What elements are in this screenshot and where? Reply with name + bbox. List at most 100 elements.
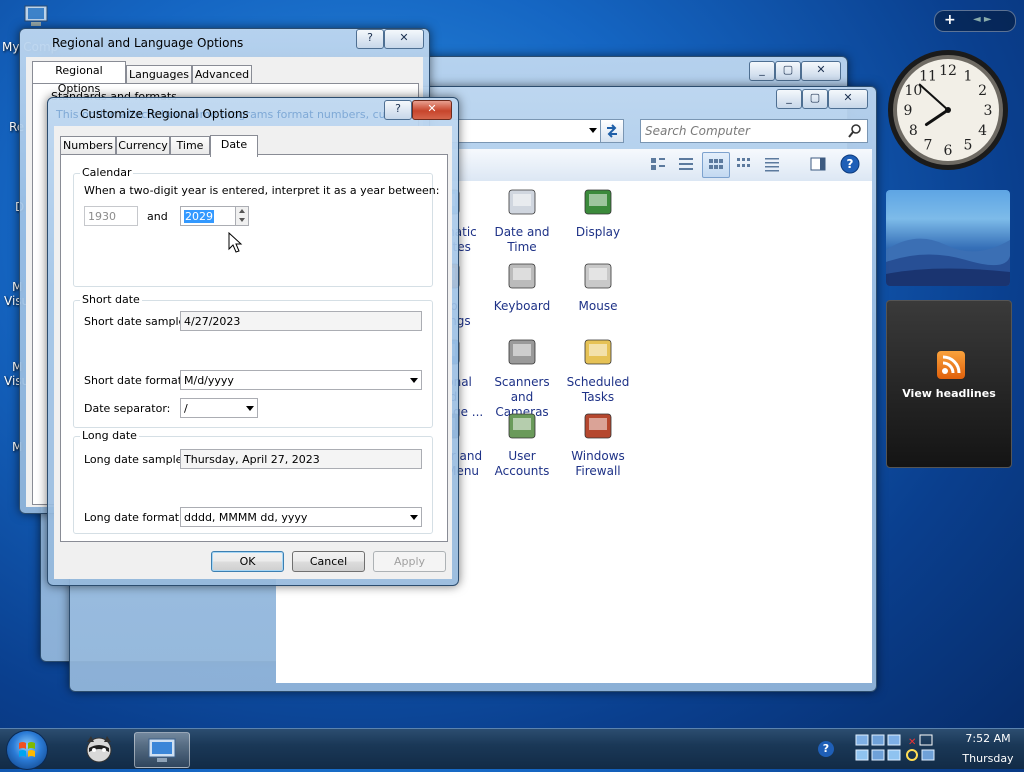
tab-date[interactable]: Date xyxy=(210,135,258,157)
long-date-group: Long date Long date sample: Thursday, Ap… xyxy=(73,429,433,534)
spinner-down-icon[interactable] xyxy=(239,218,245,222)
clock-number: 8 xyxy=(909,123,918,139)
long-date-format-combo[interactable]: dddd, MMMM dd, yyyy xyxy=(180,507,422,527)
search-box[interactable]: Search Computer xyxy=(640,119,868,143)
customize-dialog-body: Numbers Currency Time Date Calendar When… xyxy=(54,126,452,579)
tab-languages[interactable]: Languages xyxy=(126,65,192,84)
taskbar-control-panel[interactable] xyxy=(134,732,190,768)
view-small-button[interactable] xyxy=(734,155,754,173)
refresh-icon xyxy=(607,124,617,138)
view-headlines-label[interactable]: View headlines xyxy=(887,387,1011,400)
view-icons-button[interactable] xyxy=(702,152,730,178)
long-date-format-label: Long date format: xyxy=(84,511,183,524)
cp-item-keyboard[interactable]: Keyboard xyxy=(484,259,560,314)
year-to-field[interactable]: 2029 xyxy=(180,206,236,226)
start-button[interactable] xyxy=(6,730,48,770)
date-separator-combo[interactable]: / xyxy=(180,398,258,418)
customize-regional-dialog[interactable]: This option affects how some programs fo… xyxy=(47,97,459,586)
short-date-sample-label: Short date sample: xyxy=(84,315,190,328)
cp-maximize-button[interactable]: ▢ xyxy=(802,89,828,109)
keyboard-icon xyxy=(504,259,540,295)
short-date-group-label: Short date xyxy=(80,293,142,306)
view-tiles-button[interactable] xyxy=(648,155,668,173)
cp-item-scanners[interactable]: Scanners and Cameras xyxy=(484,335,560,420)
search-input[interactable]: Search Computer xyxy=(645,124,750,138)
long-date-group-label: Long date xyxy=(80,429,139,442)
preview-pane-button[interactable] xyxy=(808,155,828,173)
windows-logo-icon xyxy=(19,742,35,757)
clock-number: 7 xyxy=(924,138,933,154)
two-digit-year-description: When a two-digit year is entered, interp… xyxy=(84,184,440,197)
view-detail-button[interactable] xyxy=(762,155,782,173)
help-tray-icon[interactable]: ? xyxy=(818,741,834,757)
cp-minimize-button[interactable]: _ xyxy=(776,89,802,109)
help-button[interactable]: ? xyxy=(840,154,860,174)
clock-number: 5 xyxy=(964,138,973,154)
cp-item-display[interactable]: Display xyxy=(560,185,636,240)
short-date-format-combo[interactable]: M/d/yyyy xyxy=(180,370,422,390)
cp-item-mouse[interactable]: Mouse xyxy=(560,259,636,314)
clock-number: 3 xyxy=(984,103,993,119)
cp-item-label: Scheduled Tasks xyxy=(566,375,630,404)
feed-headlines-gadget[interactable]: View headlines xyxy=(886,300,1012,468)
calendar-group-label: Calendar xyxy=(80,166,134,179)
short-date-sample-field: 4/27/2023 xyxy=(180,311,422,331)
clock-gadget: 12 1 2 3 4 5 6 7 8 9 10 11 xyxy=(886,48,1010,172)
tab-advanced[interactable]: Advanced xyxy=(192,65,252,84)
cp-close-button[interactable]: ✕ xyxy=(828,89,868,109)
refresh-button[interactable] xyxy=(600,119,624,143)
add-gadget-button[interactable]: + xyxy=(944,12,956,28)
customize-dialog-title: Customize Regional Options xyxy=(80,107,249,121)
taskbar-raccoon-app[interactable] xyxy=(72,732,126,766)
tab-currency[interactable]: Currency xyxy=(116,136,170,155)
regional-help-button[interactable]: ? xyxy=(356,29,384,49)
clock-day[interactable]: Thursday xyxy=(954,752,1022,765)
cp-item-label: Date and Time xyxy=(494,225,550,254)
rss-feed-icon xyxy=(937,351,965,379)
bg-minimize-button[interactable]: _ xyxy=(749,61,775,81)
cp-item-date-time[interactable]: Date and Time xyxy=(484,185,560,255)
cp-item-user-accounts[interactable]: User Accounts xyxy=(484,409,560,479)
cp-item-firewall[interactable]: Windows Firewall xyxy=(560,409,636,479)
tab-time[interactable]: Time xyxy=(170,136,210,155)
cancel-button[interactable]: Cancel xyxy=(292,551,365,572)
ok-button[interactable]: OK xyxy=(211,551,284,572)
apply-button: Apply xyxy=(373,551,446,572)
clock-number: 2 xyxy=(978,83,987,99)
long-date-format-dropdown-icon[interactable] xyxy=(410,515,418,520)
tab-numbers[interactable]: Numbers xyxy=(60,136,116,155)
address-dropdown-arrow[interactable] xyxy=(589,128,597,133)
short-date-format-dropdown-icon[interactable] xyxy=(410,378,418,383)
short-date-group: Short date Short date sample: 4/27/2023 … xyxy=(73,293,433,428)
long-date-format-value: dddd, MMMM dd, yyyy xyxy=(184,511,308,524)
cp-item-scheduled-tasks[interactable]: Scheduled Tasks xyxy=(560,335,636,405)
clock-number: 6 xyxy=(944,143,953,159)
gadget-nav-buttons[interactable]: ◄ ► xyxy=(973,14,992,25)
calendar-group: Calendar When a two-digit year is entere… xyxy=(73,166,439,287)
view-list-button[interactable] xyxy=(676,155,696,173)
date-separator-dropdown-icon[interactable] xyxy=(246,406,254,411)
small-icons-view-icon xyxy=(737,158,750,167)
control-panel-icon xyxy=(148,738,176,762)
date-separator-label: Date separator: xyxy=(84,402,171,415)
cp-item-label: User Accounts xyxy=(494,449,550,478)
customize-help-button[interactable]: ? xyxy=(384,100,412,120)
preview-pane-icon xyxy=(810,157,826,171)
clock-number: 9 xyxy=(904,103,913,119)
clock-time[interactable]: 7:52 AM xyxy=(958,732,1018,745)
list-view-icon xyxy=(765,158,779,172)
year-spinner[interactable] xyxy=(235,206,249,226)
bg-maximize-button[interactable]: ▢ xyxy=(775,61,801,81)
cp-item-label: Keyboard xyxy=(493,299,551,313)
my-computer-icon[interactable] xyxy=(22,4,52,28)
date-time-icon xyxy=(504,185,540,221)
firewall-icon xyxy=(580,409,616,445)
cp-item-label: Windows Firewall xyxy=(571,449,625,478)
slideshow-gadget[interactable] xyxy=(886,190,1010,286)
regional-close-button[interactable]: ✕ xyxy=(384,29,424,49)
year-from-field: 1930 xyxy=(84,206,138,226)
customize-close-button[interactable]: ✕ xyxy=(412,100,452,120)
spinner-up-icon[interactable] xyxy=(239,209,245,213)
tab-regional-options[interactable]: Regional Options xyxy=(32,61,126,95)
bg-close-button[interactable]: ✕ xyxy=(801,61,841,81)
